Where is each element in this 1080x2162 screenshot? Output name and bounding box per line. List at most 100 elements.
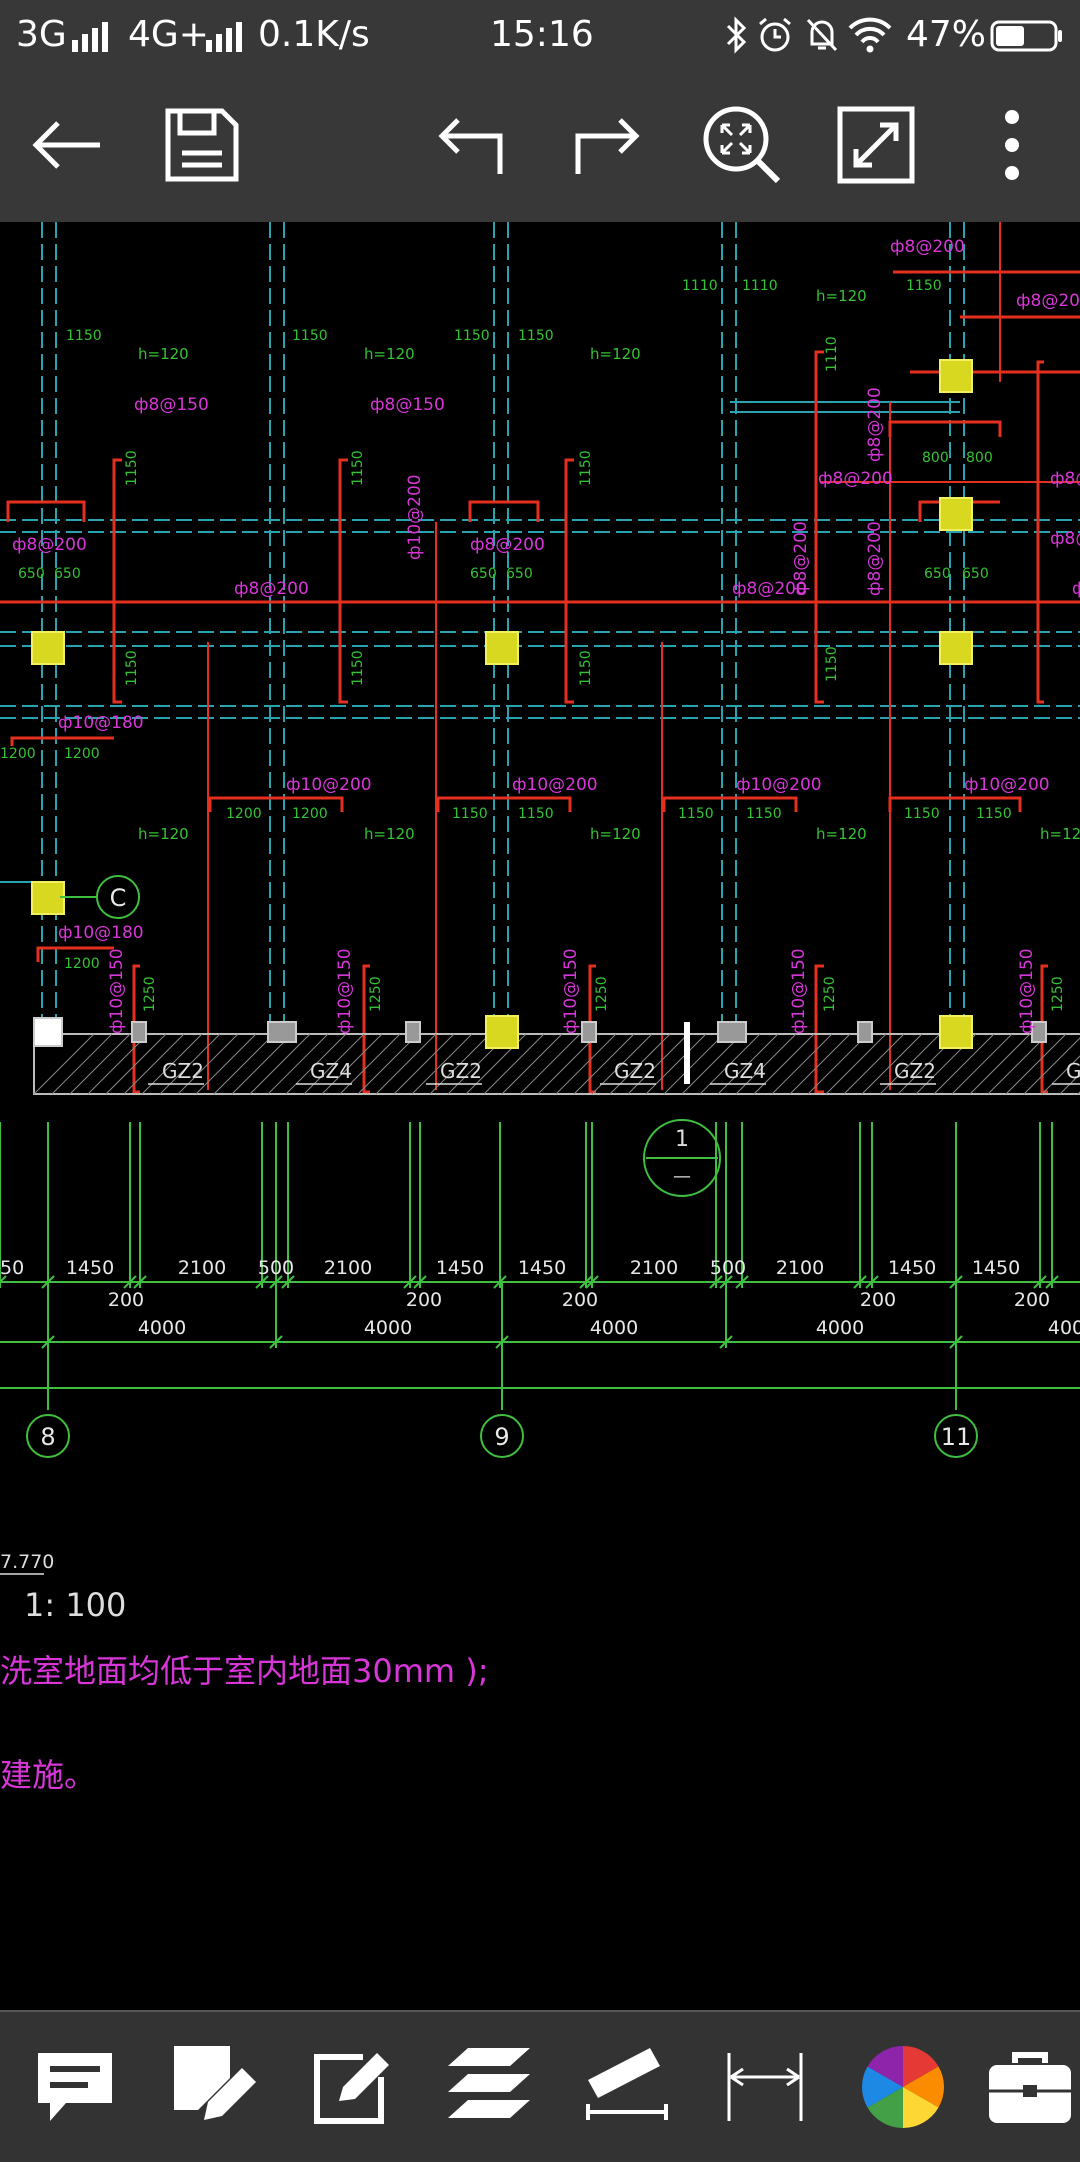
rebar-label: ф10@150 [107,948,127,1034]
section-mark-sub: — [673,1166,691,1187]
dimension-value: 1450 [436,1257,484,1279]
column-marker [485,1015,519,1049]
layers-icon [448,2048,530,2118]
dimension-text: 1150 [678,806,714,822]
column-label: GZ2 [894,1059,936,1083]
wall-column-marker [267,1021,297,1043]
rebar-label: ф10@150 [789,948,809,1034]
color-button[interactable] [848,2032,958,2142]
rebar-label: ф10@200 [286,775,372,795]
slab-thickness-label: h=120 [364,345,415,363]
dimension-value: 2100 [630,1257,678,1279]
dimension-text: 1150 [904,806,940,822]
dimension-text: 1250 [822,976,838,1012]
dimension-value: 4000 [816,1317,864,1339]
bluetooth-icon [726,16,747,54]
rebar-label: ф10@200 [736,775,822,795]
column-marker [33,1017,63,1047]
back-arrow-icon [32,121,100,169]
rebar-label: ф10@200 [405,474,425,560]
column-marker [939,359,973,393]
battery-icon [990,20,1062,52]
column-marker [485,631,519,665]
rebar-label: ф10@200 [964,775,1050,795]
dimension-value: 200 [1014,1289,1050,1311]
alarm-icon [759,17,791,52]
cad-drawing[interactable]: ф8@150 ф8@150 ф10@180 ф8@200 ф8@200 ф8@200 ф8@… [0,222,1080,2010]
dimension-button[interactable] [710,2032,820,2142]
undo-button[interactable] [422,90,522,200]
dimension-text: 1150 [350,450,366,486]
axis-label: 9 [494,1423,509,1451]
dimension-text: 1150 [518,328,554,344]
rebar-label: ф8@200 [791,521,811,596]
dimension-value: 2100 [776,1257,824,1279]
dimension-value: 1450 [66,1257,114,1279]
color-wheel-icon [862,2046,944,2128]
dimension-text: 1150 [292,328,328,344]
dimension-value: 500 [710,1257,746,1279]
back-button[interactable] [16,90,116,200]
fullscreen-button[interactable] [826,90,926,200]
save-button[interactable] [152,90,252,200]
dimension-text: 650 [962,566,989,582]
zoom-extents-button[interactable] [692,90,792,200]
dimension-value: 500 [258,1257,294,1279]
more-options-button[interactable] [962,90,1062,200]
rebar-label: ф8@200 [890,237,965,257]
drawing-canvas[interactable]: ф8@150 ф8@150 ф10@180 ф8@200 ф8@200 ф8@200 ф8@… [0,222,1080,2010]
network-speed: 0.1K/s [258,14,370,55]
column-marker [939,497,973,531]
rebar-label: ф8@200 [1050,469,1080,489]
signal-icon-2 [206,22,242,52]
column-label: GZ4 [310,1059,352,1083]
rebar-label: ф8@20 [1072,579,1080,599]
edit-button[interactable] [296,2032,406,2142]
layers-button[interactable] [434,2032,544,2142]
column-marker [31,881,65,915]
section-mark-number: 1 [675,1127,689,1152]
dimension-value: 200 [406,1289,442,1311]
save-icon [165,108,239,182]
rebar-label: ф8@200 [12,535,87,555]
more-vert-icon [1005,110,1019,180]
design-note: 建施。 [0,1756,96,1794]
wall-column-marker [581,1021,597,1043]
dimension-text: 800 [966,450,993,466]
dimension-text: 650 [54,566,81,582]
dimension-value: 4000 [590,1317,638,1339]
comment-button[interactable] [20,2032,130,2142]
signal-icon [72,22,108,52]
redo-button[interactable] [556,90,656,200]
dimension-value: 2100 [178,1257,226,1279]
zoom-extents-icon [703,106,781,184]
undo-icon [438,118,503,174]
dimension-icon [727,2053,803,2121]
toolbox-button[interactable] [980,2032,1080,2142]
column-label: G [1066,1059,1080,1083]
redo-icon [575,118,640,174]
dimension-text: 650 [924,566,951,582]
slab-thickness-label: h=120 [138,825,189,843]
dimension-value: 1450 [518,1257,566,1279]
slab-thickness-label: h=120 [816,825,867,843]
rebar-label: ф8@200 [865,521,885,596]
section-cut-marker [684,1022,690,1084]
measure-button[interactable] [572,2032,682,2142]
column-label: GZ2 [614,1059,656,1083]
dimension-text: 1150 [746,806,782,822]
elevation-label: 7.770 [0,1551,54,1573]
dimension-value: 1450 [972,1257,1020,1279]
rebar-label: ф8@200 [818,469,893,489]
rebar-label: ф8@200 [1050,529,1080,549]
dimension-value: 4000 [138,1317,186,1339]
dimension-text: 650 [18,566,45,582]
markup-button[interactable] [158,2032,268,2142]
rebar-label: ф8@200 [865,387,885,462]
dimension-text: 1150 [454,328,490,344]
dimension-text: 1150 [976,806,1012,822]
dimension-text: 1150 [906,278,942,294]
dimension-text: 1250 [368,976,384,1012]
dimension-text: 1200 [64,746,100,762]
dimension-text: 1250 [594,976,610,1012]
